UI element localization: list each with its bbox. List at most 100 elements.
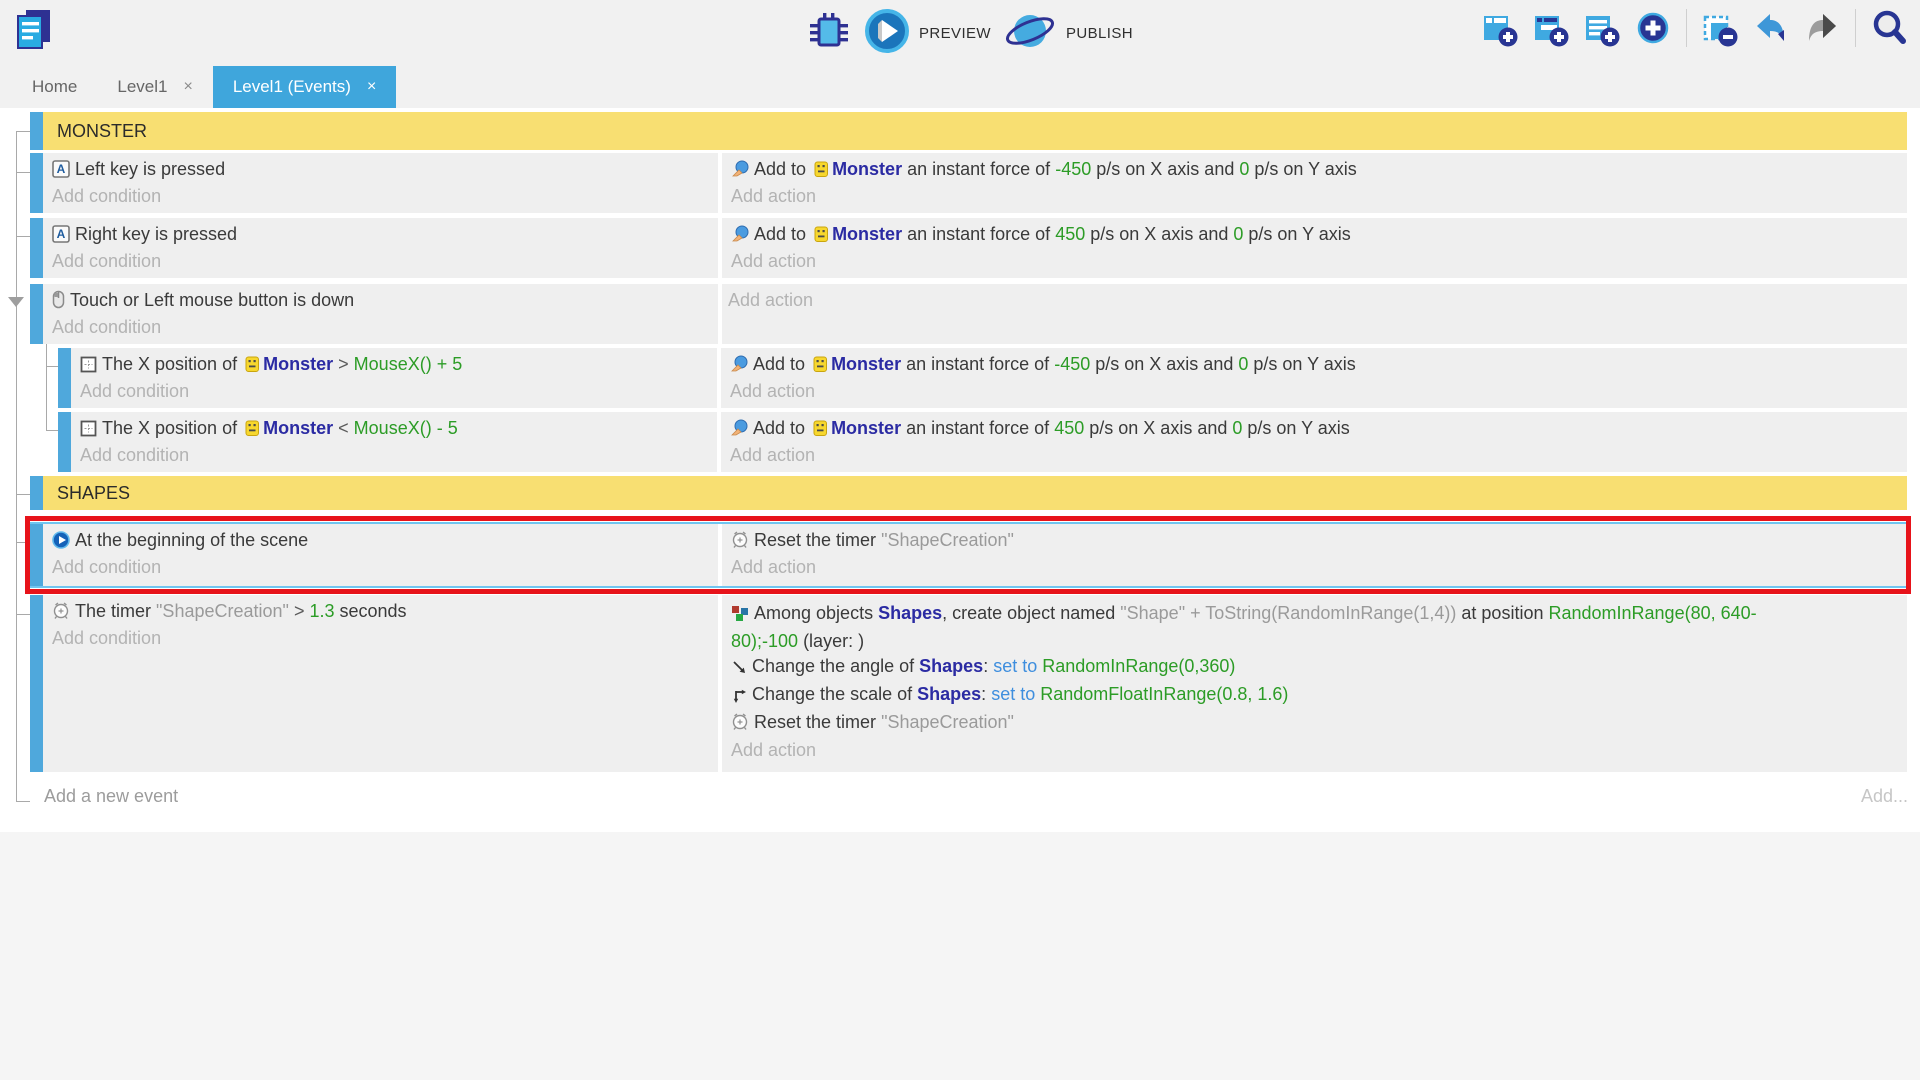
add-comment-icon[interactable] <box>1584 8 1620 48</box>
monster-object-icon <box>813 355 828 378</box>
add-other-icon[interactable] <box>1635 8 1671 48</box>
add-event-icon[interactable] <box>1482 8 1518 48</box>
event-row-timer[interactable]: The timer "ShapeCreation" > 1.3 seconds … <box>30 595 1907 772</box>
publish-button[interactable]: PUBLISH <box>1003 8 1133 59</box>
event-row-touch-mouse[interactable]: Touch or Left mouse button is down Add c… <box>30 284 1907 344</box>
event-row-left-key[interactable]: A Left key is pressed Add condition Add t… <box>30 153 1907 213</box>
group-title: SHAPES <box>43 476 1907 510</box>
add-new-event-link[interactable]: Add a new event <box>44 786 178 807</box>
undo-icon[interactable] <box>1753 8 1789 48</box>
event-bar <box>30 218 43 278</box>
condition-text: Left key is pressed <box>75 159 225 179</box>
add-condition-link[interactable]: Add condition <box>52 557 161 578</box>
main-toolbar: PREVIEW PUBLISH <box>0 0 1920 66</box>
conditions-cell: The X position of Monster > MouseX() + 5… <box>71 348 717 408</box>
project-manager-button[interactable] <box>12 6 56 58</box>
add-condition-link[interactable]: Add condition <box>52 251 161 272</box>
object-name: Monster <box>831 354 901 374</box>
event-bar <box>30 284 43 344</box>
add-action-link[interactable]: Add action <box>731 738 1897 763</box>
position-icon <box>80 356 97 378</box>
toolbar-center: PREVIEW PUBLISH <box>806 8 1133 59</box>
condition-text: The X position of <box>102 354 237 374</box>
editor-tabstrip: Home Level1 × Level1 (Events) × <box>0 66 1920 108</box>
scene-start-icon <box>52 531 70 554</box>
tree-rail <box>16 131 17 801</box>
action-create-object-wrap: 80);-100 (layer: ) <box>731 629 1897 654</box>
position-icon <box>80 420 97 442</box>
tree-stub <box>16 172 30 173</box>
actions-cell: Reset the timer "ShapeCreation" Add acti… <box>722 524 1907 586</box>
preview-label: PREVIEW <box>919 25 991 42</box>
add-action-link[interactable]: Add action <box>731 251 816 272</box>
events-sheet: MONSTER A Left key is pressed Add conditi… <box>0 108 1920 1080</box>
subevent-row-xpos-gt[interactable]: The X position of Monster > MouseX() + 5… <box>58 348 1907 408</box>
force-icon <box>730 419 748 442</box>
subevent-row-xpos-lt[interactable]: The X position of Monster < MouseX() - 5… <box>58 412 1907 472</box>
add-action-link[interactable]: Add action <box>731 186 816 207</box>
tree-stub <box>16 494 30 495</box>
sheet-footer-background <box>0 832 1920 1080</box>
timer-icon <box>52 601 70 625</box>
monster-object-icon <box>245 355 260 378</box>
action-text: Add to <box>753 418 805 438</box>
group-row-shapes[interactable]: SHAPES <box>30 476 1907 510</box>
add-condition-link[interactable]: Add condition <box>52 317 161 338</box>
keyboard-key-icon: A <box>52 225 70 248</box>
tab-home-label: Home <box>32 77 77 97</box>
timer-icon <box>731 712 749 738</box>
force-icon <box>731 160 749 183</box>
collapse-arrow-icon[interactable] <box>8 297 24 307</box>
force-icon <box>730 355 748 378</box>
toolbar-separator <box>1686 9 1687 47</box>
tree-stub <box>16 614 30 615</box>
tree-corner <box>16 800 17 801</box>
action-text: Add to <box>754 159 806 179</box>
action-text: Add to <box>754 224 806 244</box>
conditions-cell: Touch or Left mouse button is down Add c… <box>43 284 718 344</box>
svg-text:A: A <box>57 162 66 176</box>
timer-icon <box>731 530 749 554</box>
tab-level1-events[interactable]: Level1 (Events) × <box>213 66 396 108</box>
actions-cell: Among objects Shapes, create object name… <box>722 595 1907 772</box>
group-row-monster[interactable]: MONSTER <box>30 112 1907 150</box>
monster-object-icon <box>245 419 260 442</box>
monster-object-icon <box>814 160 829 183</box>
add-action-link[interactable]: Add action <box>731 557 816 578</box>
add-condition-link[interactable]: Add condition <box>80 381 189 402</box>
actions-cell: Add to Monster an instant force of 450 p… <box>721 412 1907 472</box>
event-bar <box>30 112 43 150</box>
conditions-cell: ARight key is pressed Add condition <box>43 218 718 278</box>
event-row-scene-begin[interactable]: At the beginning of the scene Add condit… <box>30 524 1907 586</box>
tab-level1[interactable]: Level1 × <box>97 66 212 108</box>
condition-text: The X position of <box>102 418 237 438</box>
add-action-link[interactable]: Add action <box>730 445 815 466</box>
event-row-right-key[interactable]: ARight key is pressed Add condition Add … <box>30 218 1907 278</box>
svg-text:A: A <box>57 227 66 241</box>
event-bar <box>58 348 71 408</box>
tab-level1-events-label: Level1 (Events) <box>233 77 351 97</box>
close-tab-icon[interactable]: × <box>183 78 192 96</box>
publish-label: PUBLISH <box>1066 25 1133 42</box>
action-change-angle: Change the angle of Shapes: set to Rando… <box>731 654 1897 682</box>
add-condition-link[interactable]: Add condition <box>80 445 189 466</box>
close-tab-icon[interactable]: × <box>367 78 376 96</box>
project-manager-icon <box>12 45 56 62</box>
preview-button[interactable]: PREVIEW <box>864 8 991 59</box>
add-action-link[interactable]: Add action <box>730 381 815 402</box>
debugger-icon <box>806 8 852 59</box>
group-title: MONSTER <box>43 112 1907 150</box>
toolbar-separator <box>1855 9 1856 47</box>
add-more-link[interactable]: Add... <box>1808 786 1908 807</box>
add-condition-link[interactable]: Add condition <box>52 628 161 649</box>
tab-home[interactable]: Home <box>12 66 97 108</box>
event-bar <box>58 412 71 472</box>
add-subevent-icon[interactable] <box>1533 8 1569 48</box>
remove-selection-icon[interactable] <box>1702 8 1738 48</box>
redo-icon[interactable] <box>1804 8 1840 48</box>
add-action-link[interactable]: Add action <box>728 290 1901 311</box>
add-condition-link[interactable]: Add condition <box>52 186 161 207</box>
search-icon[interactable] <box>1871 8 1907 48</box>
debugger-button[interactable] <box>806 8 852 59</box>
object-name: Monster <box>263 418 333 438</box>
